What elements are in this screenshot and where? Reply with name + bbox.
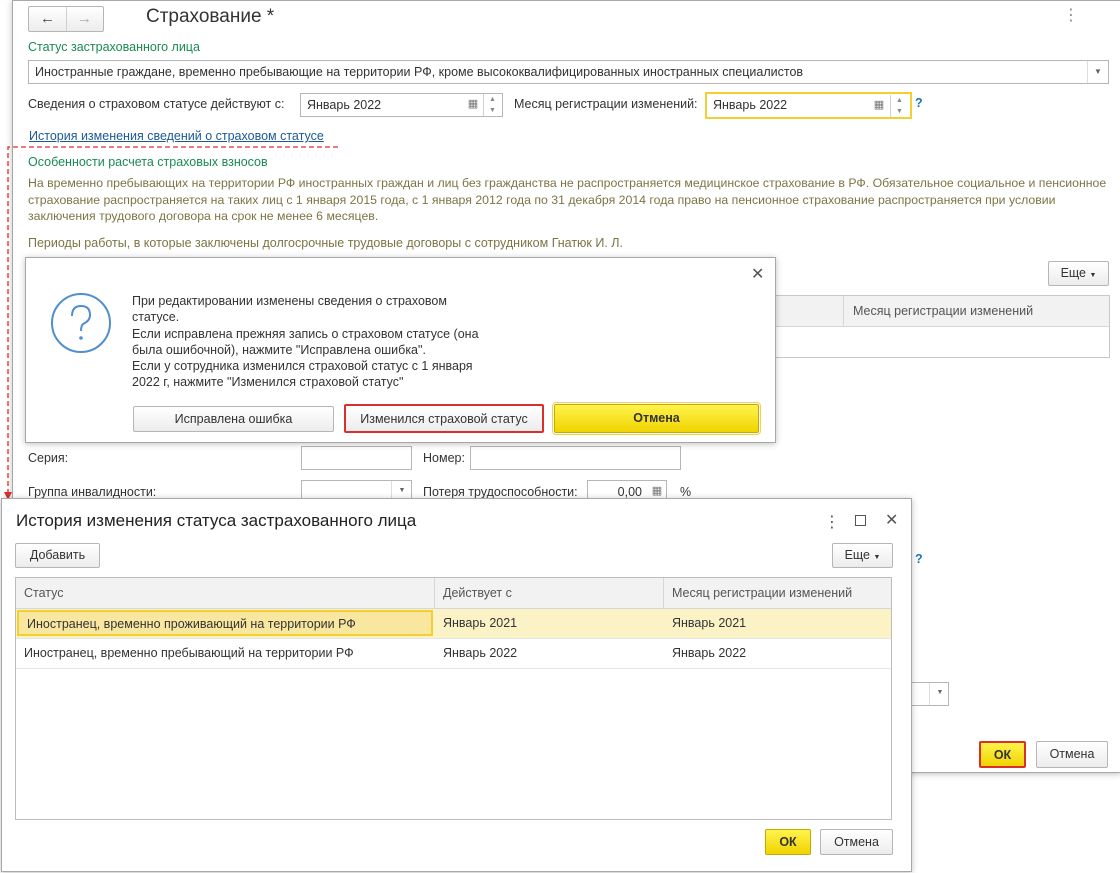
dialog-cancel-button[interactable]: Отмена <box>552 402 761 435</box>
col-status[interactable]: Статус <box>16 578 64 608</box>
maximize-icon[interactable] <box>855 515 866 526</box>
row-reg-month-cell[interactable]: Январь 2022 <box>664 639 746 667</box>
row-effective-cell[interactable]: Январь 2022 <box>435 639 517 667</box>
cancel-button[interactable]: Отмена <box>820 829 893 855</box>
more-button[interactable]: Еще ▼ <box>832 543 893 568</box>
table-row[interactable]: Иностранец, временно проживающий на терр… <box>16 609 891 639</box>
more-vertical-icon[interactable]: ⋮ <box>824 512 840 532</box>
chevron-down-icon: ▼ <box>873 554 881 561</box>
add-button[interactable]: Добавить <box>15 543 100 568</box>
row-status-cell[interactable]: Иностранец, временно пребывающий на терр… <box>16 639 354 667</box>
row-effective-cell[interactable]: Январь 2021 <box>435 609 517 637</box>
history-window: История изменения статуса застрахованног… <box>1 498 912 872</box>
more-label: Еще <box>844 548 870 562</box>
error-fixed-button[interactable]: Исправлена ошибка <box>133 406 334 432</box>
col-reg-month[interactable]: Месяц регистрации изменений <box>664 578 852 608</box>
confirm-dialog: ✕ При редактировании изменены сведения о… <box>25 257 776 443</box>
ok-button[interactable]: ОК <box>765 829 811 855</box>
history-grid: Статус Действует с Месяц регистрации изм… <box>15 577 892 820</box>
row-reg-month-cell[interactable]: Январь 2021 <box>664 609 746 637</box>
close-icon[interactable]: ✕ <box>751 264 764 284</box>
close-icon[interactable]: ✕ <box>885 510 898 530</box>
status-changed-button[interactable]: Изменился страховой статус <box>344 404 544 433</box>
history-title: История изменения статуса застрахованног… <box>16 511 417 530</box>
table-row[interactable]: Иностранец, временно пребывающий на терр… <box>16 639 891 669</box>
col-effective[interactable]: Действует с <box>435 578 512 608</box>
dialog-message: При редактировании изменены сведения о с… <box>132 294 479 390</box>
question-icon <box>51 293 111 353</box>
row-status-cell[interactable]: Иностранец, временно проживающий на терр… <box>17 610 433 636</box>
